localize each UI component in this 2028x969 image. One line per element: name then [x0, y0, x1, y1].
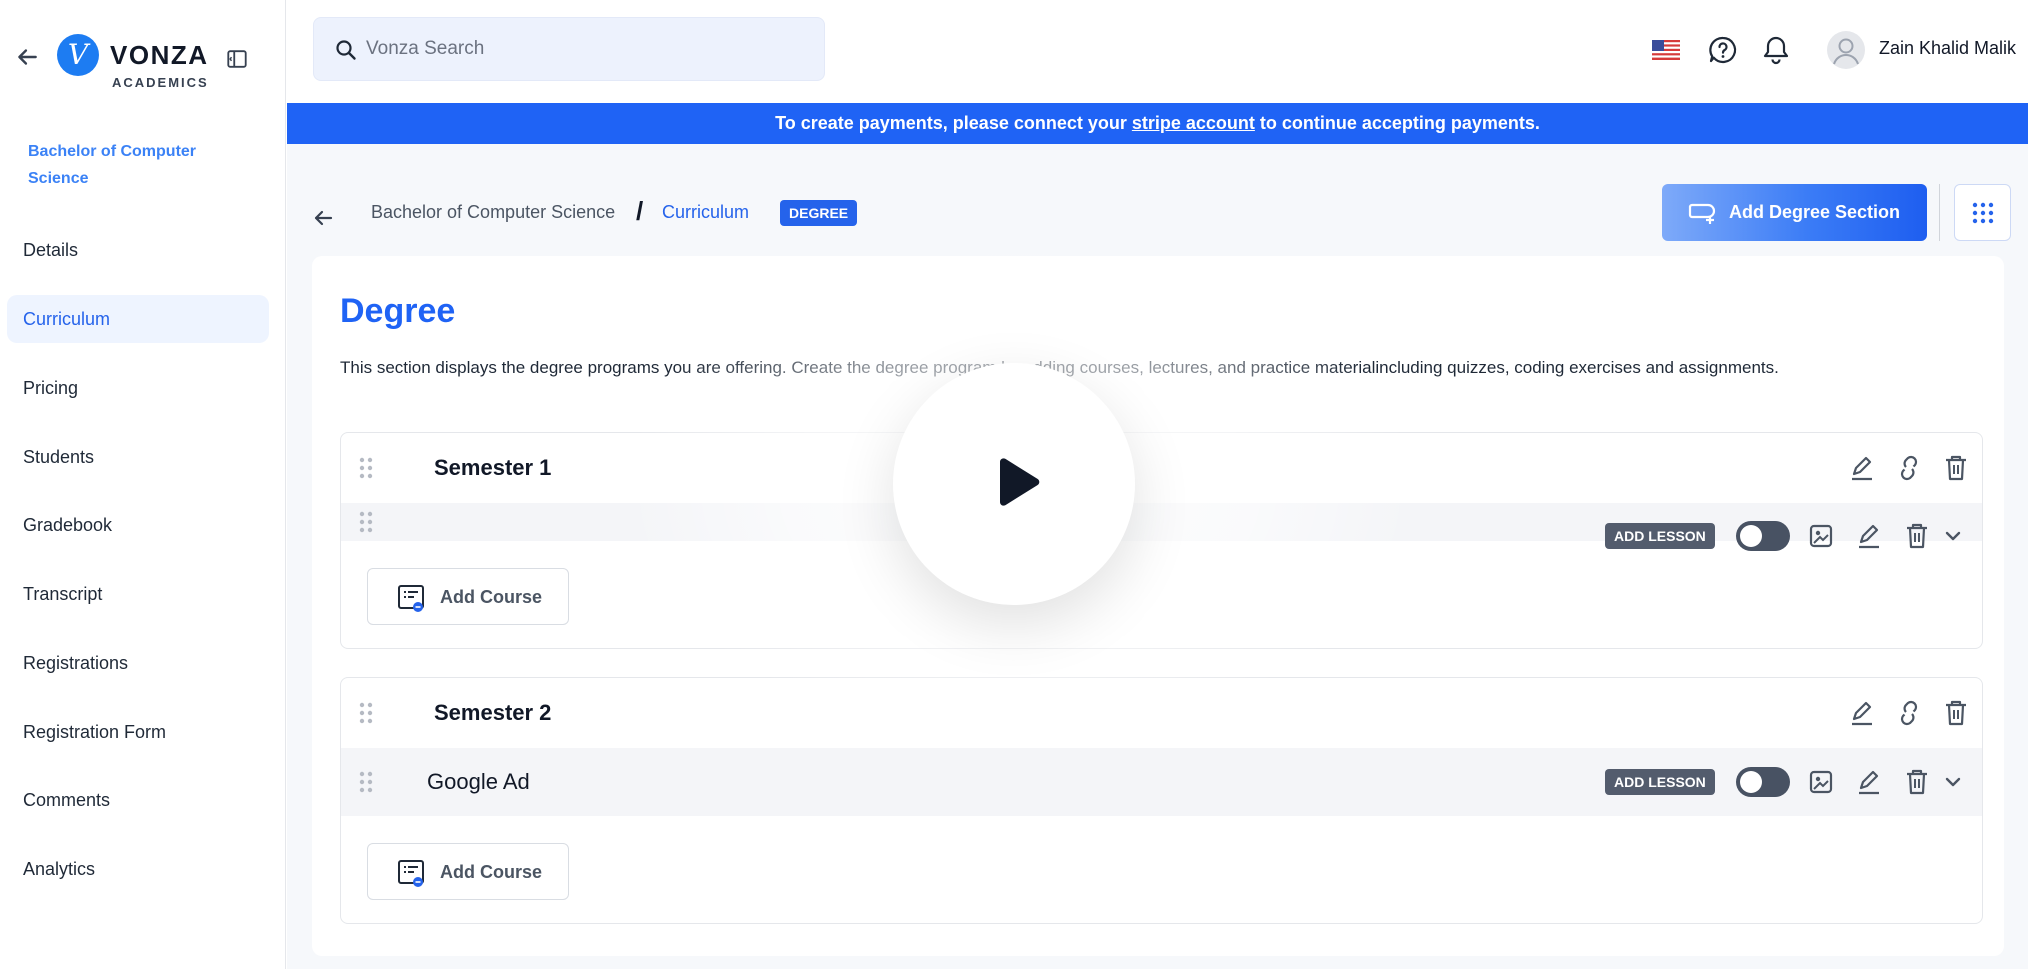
stripe-account-link[interactable]: stripe account: [1132, 113, 1255, 133]
play-icon: [1000, 458, 1040, 506]
drag-handle-icon[interactable]: [358, 771, 374, 793]
user-icon: [1833, 38, 1859, 65]
semester-header: Semester 2: [341, 678, 1982, 748]
edit-icon[interactable]: [1848, 454, 1876, 482]
edit-icon[interactable]: [1848, 699, 1876, 727]
course-row: Google Ad ADD LESSON: [341, 748, 1982, 816]
semester-1: Semester 1 ADD LESSON Add Course: [340, 432, 1983, 649]
course-toggle[interactable]: [1736, 767, 1790, 797]
add-course-label: Add Course: [440, 862, 543, 882]
degree-badge: DEGREE: [780, 200, 858, 226]
add-course-button[interactable]: Add Course: [367, 568, 569, 625]
sidebar-item-curriculum[interactable]: Curriculum: [7, 295, 269, 343]
sidebar-item-registrations[interactable]: Registrations: [7, 639, 269, 687]
course-name: Google Ad: [427, 769, 530, 794]
grid-icon: [1972, 202, 1994, 224]
semester-title: Semester 2: [434, 700, 552, 725]
sidebar-course-title[interactable]: Bachelor of Computer Science: [28, 138, 228, 192]
sidebar-item-transcript[interactable]: Transcript: [7, 570, 269, 618]
chevron-down-icon[interactable]: [1939, 522, 1967, 550]
add-lesson-button[interactable]: ADD LESSON: [1605, 523, 1715, 549]
degree-card: Degree This section displays the degree …: [312, 256, 2004, 956]
user-name[interactable]: Zain Khalid Malik: [1879, 38, 2016, 59]
delete-icon[interactable]: [1903, 768, 1931, 796]
course-toggle[interactable]: [1736, 521, 1790, 551]
drag-handle-icon[interactable]: [358, 457, 374, 479]
top-header: Zain Khalid Malik: [287, 0, 2028, 103]
add-course-icon: [398, 585, 424, 612]
breadcrumb-back-icon[interactable]: [311, 206, 335, 230]
image-icon[interactable]: [1807, 522, 1835, 550]
bell-icon[interactable]: [1761, 34, 1791, 66]
semester-header: Semester 1: [341, 433, 1982, 503]
apps-grid-button[interactable]: [1954, 184, 2011, 241]
edit-icon[interactable]: [1855, 768, 1883, 796]
help-icon[interactable]: [1708, 35, 1738, 65]
drag-handle-icon[interactable]: [358, 702, 374, 724]
sidebar: V VONZA ACADEMICS Bachelor of Computer S…: [0, 0, 286, 969]
add-degree-section-label: Add Degree Section: [1729, 202, 1901, 222]
edit-icon[interactable]: [1855, 522, 1883, 550]
stripe-banner: To create payments, please connect your …: [287, 103, 2028, 144]
image-icon[interactable]: [1807, 768, 1835, 796]
breadcrumb-course[interactable]: Bachelor of Computer Science: [371, 202, 615, 223]
back-arrow-icon[interactable]: [14, 44, 40, 70]
sidebar-header: V VONZA ACADEMICS: [0, 0, 286, 120]
main-content: Bachelor of Computer Science / Curriculu…: [287, 144, 2028, 969]
semester-2: Semester 2 Google Ad ADD LESSON Add Cour…: [340, 677, 1983, 924]
add-course-label: Add Course: [440, 587, 543, 607]
brand-subtitle: ACADEMICS: [112, 75, 209, 90]
add-course-button[interactable]: Add Course: [367, 843, 569, 900]
banner-text-before: To create payments, please connect your: [775, 113, 1132, 133]
sidebar-item-gradebook[interactable]: Gradebook: [7, 501, 269, 549]
semester-title: Semester 1: [434, 455, 552, 480]
delete-icon[interactable]: [1942, 454, 1970, 482]
sidebar-item-pricing[interactable]: Pricing: [7, 364, 269, 412]
delete-icon[interactable]: [1942, 699, 1970, 727]
add-degree-section-button[interactable]: Add Degree Section: [1662, 184, 1927, 241]
sidebar-item-students[interactable]: Students: [7, 433, 269, 481]
course-row: ADD LESSON: [341, 503, 1982, 551]
us-flag-icon[interactable]: [1652, 40, 1680, 60]
search-bar[interactable]: [313, 17, 825, 81]
page-title: Degree: [340, 292, 456, 330]
breadcrumb-curriculum[interactable]: Curriculum: [662, 202, 749, 223]
banner-text-after: to continue accepting payments.: [1254, 113, 1540, 133]
sidebar-collapse-icon[interactable]: [226, 48, 248, 70]
chevron-down-icon[interactable]: [1939, 768, 1967, 796]
sidebar-item-analytics[interactable]: Analytics: [7, 845, 269, 893]
vonza-logo-icon: V: [57, 34, 99, 76]
search-input[interactable]: [366, 32, 806, 66]
sidebar-item-registration-form[interactable]: Registration Form: [7, 708, 269, 756]
brand-name: VONZA: [110, 40, 209, 70]
breadcrumb-separator: /: [636, 196, 644, 226]
search-icon: [336, 40, 356, 60]
duplicate-icon[interactable]: [1895, 699, 1923, 727]
toolbar-divider: [1939, 184, 1940, 241]
add-course-icon: [398, 860, 424, 887]
add-lesson-button[interactable]: ADD LESSON: [1605, 769, 1715, 795]
add-section-icon: [1688, 203, 1716, 224]
drag-handle-icon[interactable]: [358, 511, 374, 533]
avatar[interactable]: [1827, 31, 1865, 69]
sidebar-item-comments[interactable]: Comments: [7, 776, 269, 824]
sidebar-item-details[interactable]: Details: [7, 226, 269, 274]
delete-icon[interactable]: [1903, 522, 1931, 550]
video-play-button[interactable]: [893, 363, 1135, 605]
duplicate-icon[interactable]: [1895, 454, 1923, 482]
